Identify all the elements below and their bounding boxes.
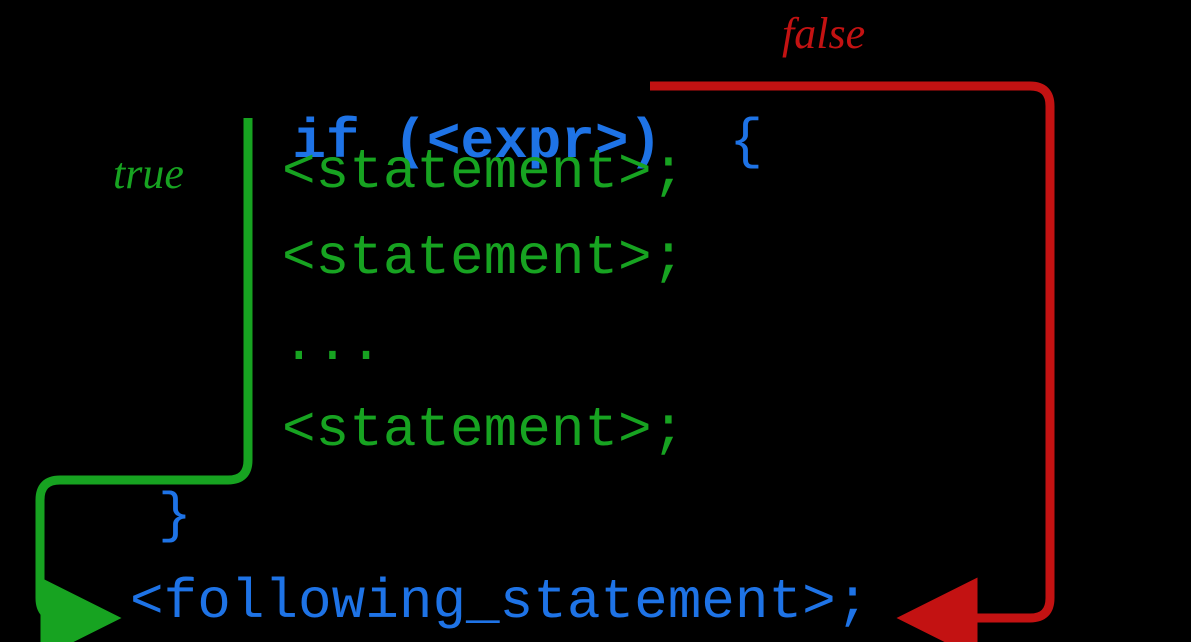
diagram-root: true false if (<expr>) { <statement>; <s… — [0, 0, 1191, 642]
open-brace: { — [729, 110, 763, 174]
close-brace: } — [158, 488, 192, 544]
statement-2: <statement>; — [282, 230, 685, 286]
statement-n: <statement>; — [282, 402, 685, 458]
statement-ellipsis: ... — [282, 316, 383, 372]
following-statement: <following_statement>; — [130, 574, 869, 630]
statement-1: <statement>; — [282, 144, 685, 200]
label-false: false — [782, 8, 865, 59]
